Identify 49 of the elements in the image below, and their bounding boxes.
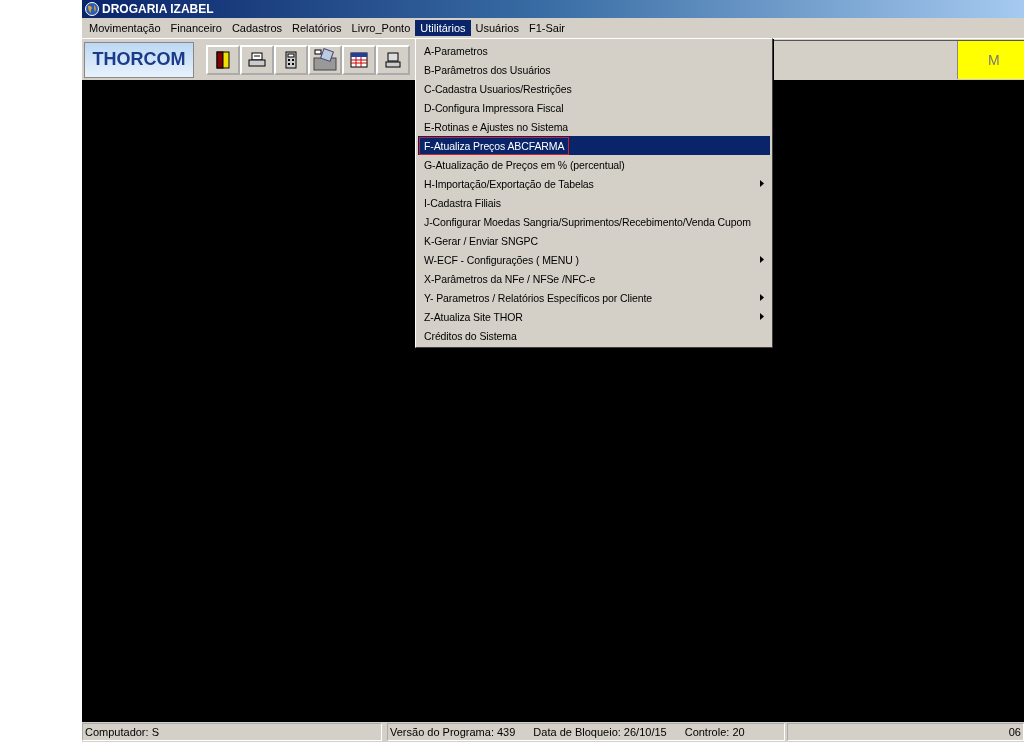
status-panel: M	[957, 41, 1024, 79]
submenu-arrow-icon	[760, 313, 764, 320]
computer-icon	[385, 51, 401, 68]
thorcom-logo: THORCOM	[84, 41, 194, 78]
fax-machine-button[interactable]	[308, 44, 342, 75]
menu-item[interactable]: Financeiro	[165, 20, 227, 36]
menu-item[interactable]: Usuários	[470, 20, 524, 36]
menu-item[interactable]: Z-Atualiza Site THOR	[418, 307, 770, 326]
menu-item[interactable]: A-Parametros	[418, 41, 770, 60]
menu-item[interactable]: F1-Sair	[523, 20, 570, 36]
menu-item[interactable]: H-Importação/Exportação de Tabelas	[418, 174, 770, 193]
lock-date-text: Data de Bloqueio: 26/10/15	[533, 726, 667, 738]
submenu-arrow-icon	[760, 256, 764, 263]
submenu-arrow-icon	[760, 294, 764, 301]
door-icon	[216, 50, 230, 69]
menu-item[interactable]: I-Cadastra Filiais	[418, 193, 770, 212]
menu-item[interactable]: F-Atualiza Preços ABCFARMA	[418, 136, 770, 155]
menu-item[interactable]: B-Parâmetros dos Usuários	[418, 60, 770, 79]
menu-item[interactable]: Y- Parametros / Relatórios Específicos por Cliente	[418, 288, 770, 307]
menu-item[interactable]: Utilitários	[415, 20, 471, 36]
menu-item[interactable]: K-Gerar / Enviar SNGPC	[418, 231, 770, 250]
menu-item[interactable]: C-Cadastra Usuarios/Restrições	[418, 79, 770, 98]
menu-item[interactable]: D-Configura Impressora Fiscal	[418, 98, 770, 117]
printer-button[interactable]	[240, 44, 274, 75]
window-title: DROGARIA IZABEL	[102, 2, 214, 16]
menu-item[interactable]: J-Configurar Moedas Sangria/Suprimentos/Recebimento/Venda Cupom	[418, 212, 770, 231]
calculator-button[interactable]	[274, 44, 308, 75]
status-panel: 06	[787, 723, 1024, 741]
printer-icon	[248, 51, 266, 68]
submenu-arrow-icon	[760, 180, 764, 187]
menu-item[interactable]: X-Parâmetros da NFe / NFSe /NFC-e	[418, 269, 770, 288]
menu-item[interactable]: E-Rotinas e Ajustes no Sistema	[418, 117, 770, 136]
control-text: Controle: 20	[684, 726, 745, 738]
menu-item[interactable]: Cadastros	[226, 20, 288, 36]
status-panel: Computador: S	[82, 723, 382, 741]
version-text: Versão do Programa: 439	[390, 726, 516, 738]
menu-item[interactable]: Relatórios	[287, 20, 347, 36]
menu-item[interactable]: Movimentação	[84, 20, 166, 36]
menu-item[interactable]: Livro_Ponto	[346, 20, 416, 36]
menu-item[interactable]: W-ECF - Configurações ( MENU )	[418, 250, 770, 269]
menu-item[interactable]: Créditos do Sistema	[418, 326, 770, 345]
menu-item[interactable]: G-Atualização de Preços em % (percentual)	[418, 155, 770, 174]
globe-icon	[85, 2, 99, 16]
computer-button[interactable]	[376, 44, 410, 75]
calendar-icon	[350, 51, 368, 68]
fax-machine-icon	[312, 47, 338, 72]
door-button[interactable]	[206, 44, 240, 75]
calculator-icon	[285, 50, 297, 69]
calendar-button[interactable]	[342, 44, 376, 75]
